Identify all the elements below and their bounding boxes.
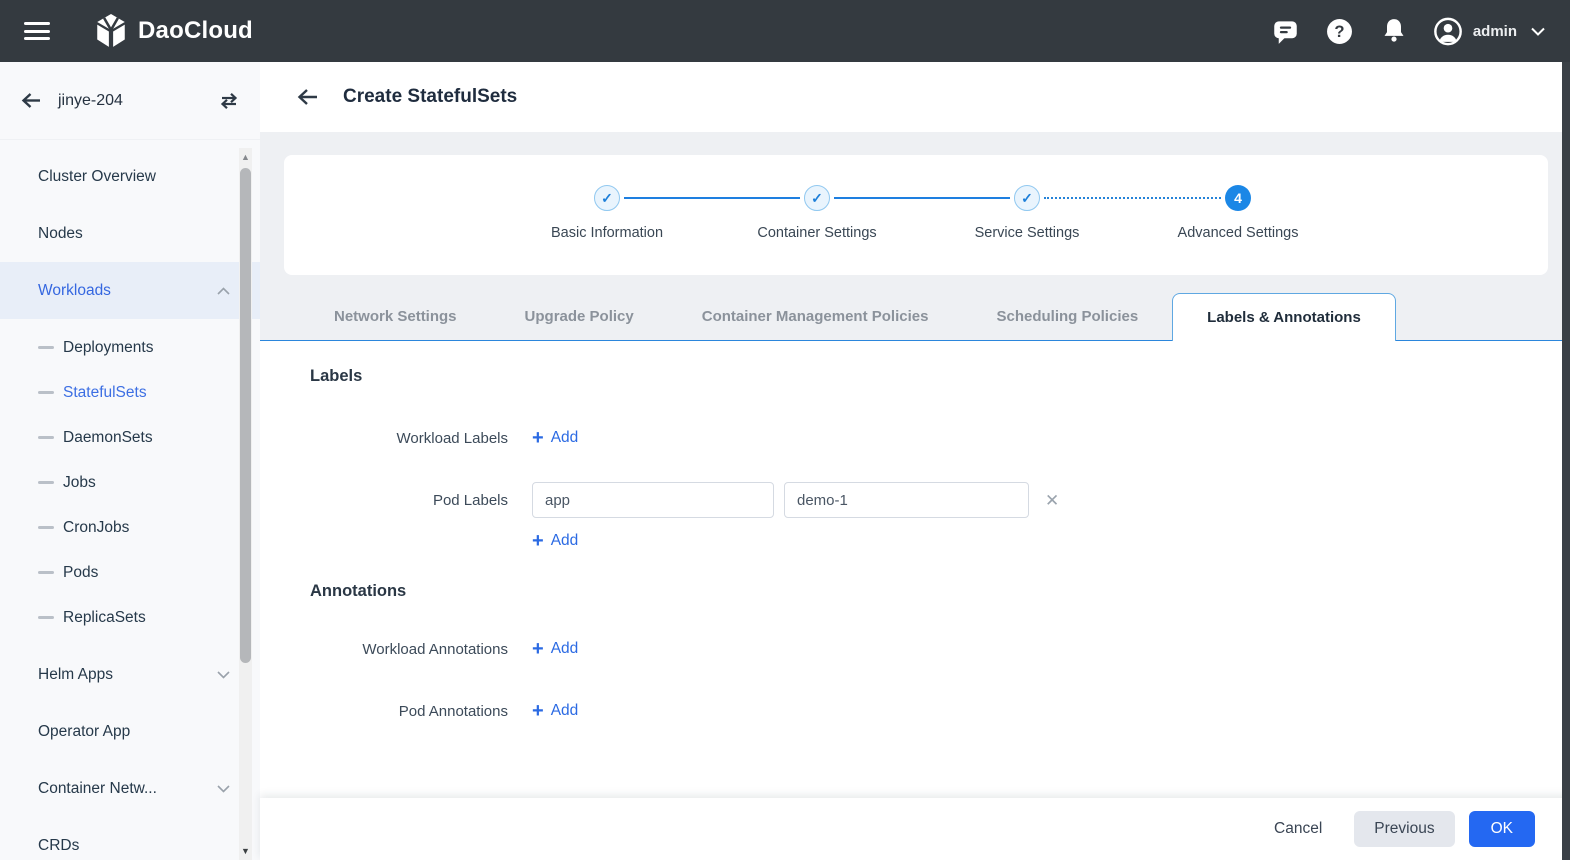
previous-button[interactable]: Previous bbox=[1354, 811, 1454, 847]
step-connector-dotted bbox=[1044, 197, 1221, 199]
step-2-label: Container Settings bbox=[717, 225, 917, 241]
sidebar-scrollbar-track[interactable]: ▲ ▼ bbox=[239, 148, 252, 860]
add-workload-annotation-button[interactable]: + Add bbox=[532, 639, 578, 659]
cluster-back-icon[interactable] bbox=[20, 92, 42, 109]
workload-annotations-label: Workload Annotations bbox=[260, 641, 508, 658]
daocloud-logo-icon bbox=[94, 13, 128, 49]
notification-bell-icon[interactable] bbox=[1379, 16, 1409, 46]
tab-network-settings[interactable]: Network Settings bbox=[300, 293, 491, 340]
cancel-button[interactable]: Cancel bbox=[1268, 811, 1328, 847]
labels-annotations-panel: Labels Workload Labels + Add Pod Labels … bbox=[260, 341, 1570, 798]
tab-upgrade-policy[interactable]: Upgrade Policy bbox=[491, 293, 668, 340]
sidebar-item-nodes[interactable]: Nodes bbox=[0, 205, 260, 262]
sidebar-item-workloads[interactable]: Workloads bbox=[0, 262, 260, 319]
scroll-up-arrow-icon[interactable]: ▲ bbox=[239, 151, 252, 163]
dash-icon bbox=[38, 436, 54, 439]
sidebar-item-crds[interactable]: CRDs bbox=[0, 817, 260, 860]
page-back-icon[interactable] bbox=[296, 88, 319, 106]
sidebar-item-cronjobs[interactable]: CronJobs bbox=[0, 505, 260, 550]
step-4-label: Advanced Settings bbox=[1138, 225, 1338, 241]
tab-scheduling-policies[interactable]: Scheduling Policies bbox=[962, 293, 1172, 340]
workload-labels-label: Workload Labels bbox=[260, 430, 508, 447]
sidebar-item-operator-app[interactable]: Operator App bbox=[0, 703, 260, 760]
sidebar-item-container-network[interactable]: Container Netw... bbox=[0, 760, 260, 817]
workload-labels-row: Workload Labels + Add bbox=[260, 425, 1570, 451]
user-avatar[interactable] bbox=[1433, 16, 1463, 46]
step-1-check-icon: ✓ bbox=[594, 185, 620, 211]
pod-label-key-input[interactable] bbox=[532, 482, 774, 518]
pod-labels-label: Pod Labels bbox=[260, 492, 508, 509]
chevron-down-icon bbox=[217, 671, 230, 679]
brand-name: DaoCloud bbox=[138, 17, 253, 45]
topbar-actions: ? admin bbox=[1247, 16, 1545, 46]
remove-pod-label-icon[interactable]: ✕ bbox=[1045, 492, 1059, 509]
add-workload-label-button[interactable]: + Add bbox=[532, 428, 578, 448]
sidebar-item-jobs[interactable]: Jobs bbox=[0, 460, 260, 505]
pod-label-value-input[interactable] bbox=[784, 482, 1029, 518]
user-menu-chevron-down-icon[interactable] bbox=[1531, 27, 1545, 36]
add-pod-annotation-button[interactable]: + Add bbox=[532, 701, 578, 721]
dash-icon bbox=[38, 571, 54, 574]
sidebar-item-replicasets[interactable]: ReplicaSets bbox=[0, 595, 260, 640]
workloads-children: Deployments StatefulSets DaemonSets Jobs… bbox=[0, 325, 260, 640]
step-3-check-icon: ✓ bbox=[1014, 185, 1040, 211]
sidebar-item-helm-apps[interactable]: Helm Apps bbox=[0, 646, 260, 703]
sidebar-item-pods[interactable]: Pods bbox=[0, 550, 260, 595]
sidebar: jinye-204 Cluster Overview Nodes Workloa… bbox=[0, 62, 260, 860]
page-title-bar: Create StatefulSets bbox=[260, 62, 1570, 132]
page-scrollbar[interactable] bbox=[1562, 62, 1570, 860]
ok-button[interactable]: OK bbox=[1469, 811, 1535, 847]
add-pod-label-button[interactable]: + Add bbox=[532, 531, 578, 551]
step-connector bbox=[624, 197, 800, 199]
step-connector bbox=[834, 197, 1010, 199]
help-icon[interactable]: ? bbox=[1325, 16, 1355, 46]
step-1-label: Basic Information bbox=[507, 225, 707, 241]
brand: DaoCloud bbox=[94, 13, 253, 49]
dash-icon bbox=[38, 526, 54, 529]
page-title: Create StatefulSets bbox=[343, 86, 517, 108]
dash-icon bbox=[38, 481, 54, 484]
hamburger-menu-icon[interactable] bbox=[24, 18, 50, 45]
settings-tabbar: Network Settings Upgrade Policy Containe… bbox=[260, 293, 1562, 341]
labels-section-title: Labels bbox=[310, 365, 1570, 387]
sidebar-nav: Cluster Overview Nodes Workloads Deploym… bbox=[0, 140, 260, 860]
plus-icon: + bbox=[532, 531, 544, 551]
cluster-name: jinye-204 bbox=[58, 92, 218, 110]
chevron-down-icon bbox=[217, 785, 230, 793]
step-3-label: Service Settings bbox=[927, 225, 1127, 241]
svg-text:?: ? bbox=[1335, 22, 1345, 41]
pod-labels-row: Pod Labels ✕ bbox=[260, 482, 1570, 518]
workload-annotations-row: Workload Annotations + Add bbox=[260, 636, 1570, 662]
chevron-up-icon bbox=[217, 287, 230, 295]
user-name: admin bbox=[1473, 23, 1517, 40]
sidebar-item-deployments[interactable]: Deployments bbox=[0, 325, 260, 370]
wizard-footer: Cancel Previous OK bbox=[260, 798, 1570, 860]
sidebar-item-statefulsets[interactable]: StatefulSets bbox=[0, 370, 260, 415]
dash-icon bbox=[38, 616, 54, 619]
pod-annotations-label: Pod Annotations bbox=[260, 703, 508, 720]
tab-labels-annotations[interactable]: Labels & Annotations bbox=[1172, 293, 1396, 341]
switch-cluster-icon[interactable] bbox=[218, 91, 240, 111]
scroll-down-arrow-icon[interactable]: ▼ bbox=[239, 845, 252, 857]
step-4-number-badge: 4 bbox=[1225, 185, 1251, 211]
plus-icon: + bbox=[532, 428, 544, 448]
dash-icon bbox=[38, 391, 54, 394]
annotations-section-title: Annotations bbox=[310, 580, 1570, 602]
wizard-stepper-card: ✓ ✓ ✓ 4 Basic Information Container Sett… bbox=[284, 155, 1548, 275]
plus-icon: + bbox=[532, 639, 544, 659]
sidebar-item-cluster-overview[interactable]: Cluster Overview bbox=[0, 148, 260, 205]
chat-icon[interactable] bbox=[1271, 16, 1301, 46]
tab-container-management-policies[interactable]: Container Management Policies bbox=[668, 293, 963, 340]
pod-annotations-row: Pod Annotations + Add bbox=[260, 698, 1570, 724]
sidebar-scrollbar-thumb[interactable] bbox=[240, 168, 251, 663]
plus-icon: + bbox=[532, 701, 544, 721]
sidebar-header: jinye-204 bbox=[0, 62, 260, 140]
pod-labels-add-row: + Add bbox=[260, 528, 1570, 554]
dash-icon bbox=[38, 346, 54, 349]
top-header-bar: DaoCloud ? bbox=[0, 0, 1570, 62]
sidebar-item-daemonsets[interactable]: DaemonSets bbox=[0, 415, 260, 460]
step-2-check-icon: ✓ bbox=[804, 185, 830, 211]
